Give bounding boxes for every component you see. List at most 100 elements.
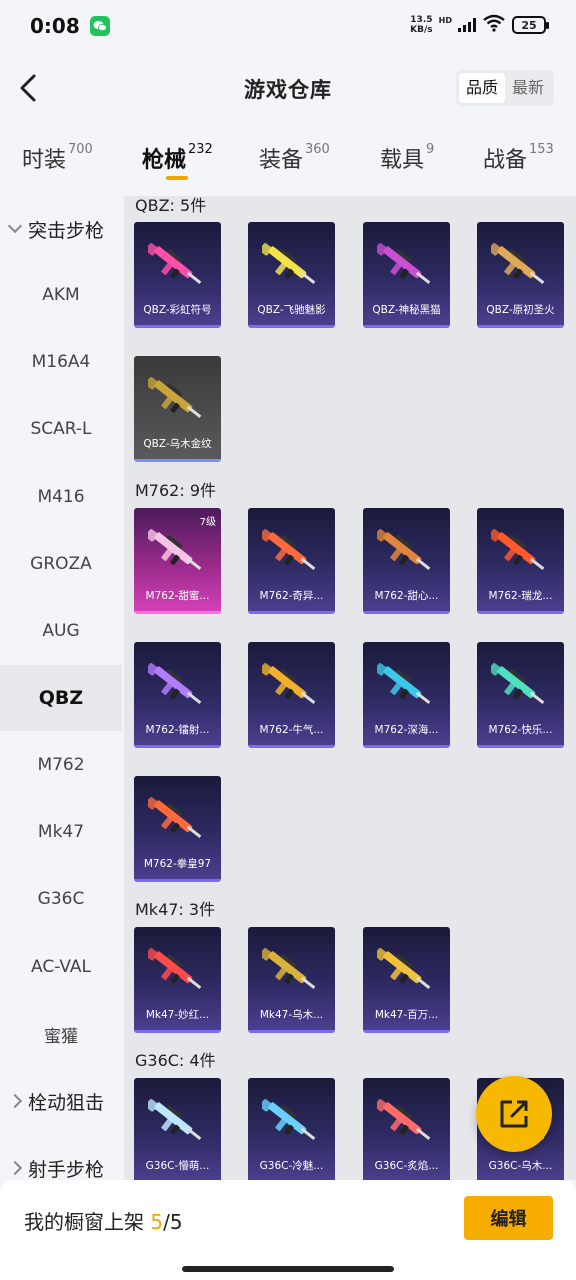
- network-speed: 13.5 KB/s: [410, 15, 433, 35]
- edit-button[interactable]: 编辑: [464, 1196, 553, 1240]
- rifle-icon: [491, 529, 545, 571]
- sidebar-item-ac-val[interactable]: AC-VAL: [0, 934, 122, 1000]
- skin-name: M762-深海...: [374, 724, 439, 736]
- section-title-mk47: Mk47: 3件: [135, 900, 216, 919]
- sidebar-item-g36c[interactable]: G36C: [0, 866, 122, 932]
- sidebar-item-mk47[interactable]: Mk47: [0, 799, 122, 865]
- rifle-icon: [491, 243, 545, 285]
- skin-name: M762-瑞龙...: [488, 590, 553, 602]
- sidebar-item-honey-badger[interactable]: 蜜獾: [0, 1001, 122, 1067]
- wechat-icon: [89, 16, 110, 36]
- skin-name: M762-快乐...: [488, 724, 553, 736]
- skin-name: Mk47-乌木...: [259, 1009, 324, 1021]
- skin-name: M762-牛气...: [259, 724, 324, 736]
- weapon-skin-card[interactable]: M762-瑞龙...: [477, 508, 564, 614]
- hd-badge: HD: [438, 15, 452, 25]
- rifle-icon: [262, 948, 316, 990]
- signal-icon: [458, 18, 476, 32]
- category-tabs: 时装 700 枪械 232 装备 360 载具 9 战备 153: [0, 132, 576, 190]
- sidebar-item-aug[interactable]: AUG: [0, 598, 122, 664]
- rifle-icon: [491, 663, 545, 705]
- rifle-icon: [262, 663, 316, 705]
- sidebar-item-scar-l[interactable]: SCAR-L: [0, 396, 122, 462]
- sidebar-item-m16a4[interactable]: M16A4: [0, 329, 122, 395]
- weapon-skin-card[interactable]: G36C-冷魅...: [248, 1078, 335, 1180]
- weapon-skin-card[interactable]: M762-深海...: [363, 642, 450, 748]
- status-indicators: 13.5 KB/s HD 25: [410, 14, 549, 36]
- status-bar: 0:08 13.5 KB/s HD 25: [0, 0, 576, 52]
- rifle-icon: [148, 243, 202, 285]
- rifle-icon: [377, 243, 431, 285]
- weapon-grid: QBZ: 5件 M762: 9件 Mk47: 3件 G36C: 4件 QBZ-彩…: [124, 196, 576, 1180]
- bottom-bar: 我的橱窗上架 5/5 编辑: [0, 1180, 576, 1280]
- weapon-skin-card[interactable]: QBZ-神秘黑猫: [363, 222, 450, 328]
- rifle-icon: [262, 529, 316, 571]
- skin-name: G36C-乌木...: [488, 1160, 553, 1172]
- home-indicator: [182, 1266, 394, 1272]
- skin-name: M762-镭射...: [145, 724, 210, 736]
- tab-battle-gear[interactable]: 战备 153: [483, 142, 554, 174]
- sort-toggle: 品质 最新: [455, 70, 554, 106]
- weapon-skin-card[interactable]: QBZ-原初圣火: [477, 222, 564, 328]
- weapon-skin-card[interactable]: Mk47-百万...: [363, 927, 450, 1033]
- wifi-icon: [482, 14, 506, 36]
- tab-fashion[interactable]: 时装 700: [22, 142, 93, 174]
- rifle-icon: [262, 1099, 316, 1141]
- sidebar-group-assault-rifles[interactable]: 突击步枪: [0, 196, 122, 262]
- skin-name: QBZ-神秘黑猫: [372, 304, 441, 316]
- weapon-skin-card[interactable]: Mk47-妙红...: [134, 927, 221, 1033]
- tab-equipment[interactable]: 装备 360: [259, 142, 330, 174]
- skin-name: G36C-懵萌...: [145, 1160, 210, 1172]
- weapon-skin-card[interactable]: Mk47-乌木...: [248, 927, 335, 1033]
- header: 游戏仓库 品质 最新: [0, 60, 576, 116]
- rifle-icon: [148, 663, 202, 705]
- skin-name: M762-奇异...: [259, 590, 324, 602]
- skin-name: QBZ-原初圣火: [486, 304, 555, 316]
- rifle-icon: [377, 663, 431, 705]
- skin-name: QBZ-乌木金纹: [143, 438, 212, 450]
- weapon-skin-card[interactable]: M762-快乐...: [477, 642, 564, 748]
- weapon-skin-card[interactable]: M762-甜心...: [363, 508, 450, 614]
- sort-option-newest[interactable]: 最新: [505, 73, 551, 103]
- showcase-status: 我的橱窗上架 5/5: [24, 1210, 183, 1234]
- share-button[interactable]: [476, 1076, 552, 1152]
- skin-name: M762-拳皇97: [143, 858, 212, 870]
- skin-name: G36C-炙焰...: [374, 1160, 439, 1172]
- weapon-skin-card[interactable]: QBZ-乌木金纹: [134, 356, 221, 462]
- weapon-skin-card[interactable]: M762-拳皇97: [134, 776, 221, 882]
- weapon-skin-card[interactable]: M762-镭射...: [134, 642, 221, 748]
- weapon-skin-card[interactable]: QBZ-飞驰魅影: [248, 222, 335, 328]
- rifle-icon: [148, 1099, 202, 1141]
- weapon-sidebar: 突击步枪 AKM M16A4 SCAR-L M416 GROZA AUG QBZ…: [0, 196, 122, 1196]
- weapon-skin-card[interactable]: G36C-懵萌...: [134, 1078, 221, 1180]
- skin-name: QBZ-飞驰魅影: [257, 304, 326, 316]
- sidebar-item-m762[interactable]: M762: [0, 732, 122, 798]
- skin-name: M762-甜蜜...: [145, 590, 210, 602]
- sidebar-item-qbz[interactable]: QBZ: [0, 665, 122, 731]
- skin-name: G36C-冷魅...: [259, 1160, 324, 1172]
- rifle-icon: [377, 529, 431, 571]
- sidebar-group-bolt-sniper[interactable]: 栓动狙击: [0, 1068, 122, 1134]
- sidebar-item-akm[interactable]: AKM: [0, 262, 122, 328]
- sidebar-item-m416[interactable]: M416: [0, 464, 122, 530]
- weapon-skin-card[interactable]: QBZ-彩虹符号: [134, 222, 221, 328]
- skin-level-badge: 7级: [199, 517, 216, 528]
- rifle-icon: [148, 377, 202, 419]
- rifle-icon: [148, 797, 202, 839]
- tab-vehicles[interactable]: 载具 9: [380, 142, 434, 174]
- chevron-right-icon: [7, 1093, 23, 1109]
- tab-firearms[interactable]: 枪械 232: [142, 142, 213, 174]
- weapon-skin-card[interactable]: M762-奇异...: [248, 508, 335, 614]
- sidebar-item-groza[interactable]: GROZA: [0, 531, 122, 597]
- weapon-skin-card[interactable]: 7级 M762-甜蜜...: [134, 508, 221, 614]
- skin-name: Mk47-百万...: [374, 1009, 439, 1021]
- chevron-down-icon: [7, 218, 23, 234]
- tab-indicator: [166, 176, 188, 180]
- chevron-right-icon: [7, 1160, 23, 1176]
- sort-option-quality[interactable]: 品质: [458, 73, 505, 103]
- rifle-icon: [377, 948, 431, 990]
- weapon-skin-card[interactable]: G36C-炙焰...: [363, 1078, 450, 1180]
- rifle-icon: [377, 1099, 431, 1141]
- weapon-skin-card[interactable]: M762-牛气...: [248, 642, 335, 748]
- share-icon: [500, 1100, 528, 1128]
